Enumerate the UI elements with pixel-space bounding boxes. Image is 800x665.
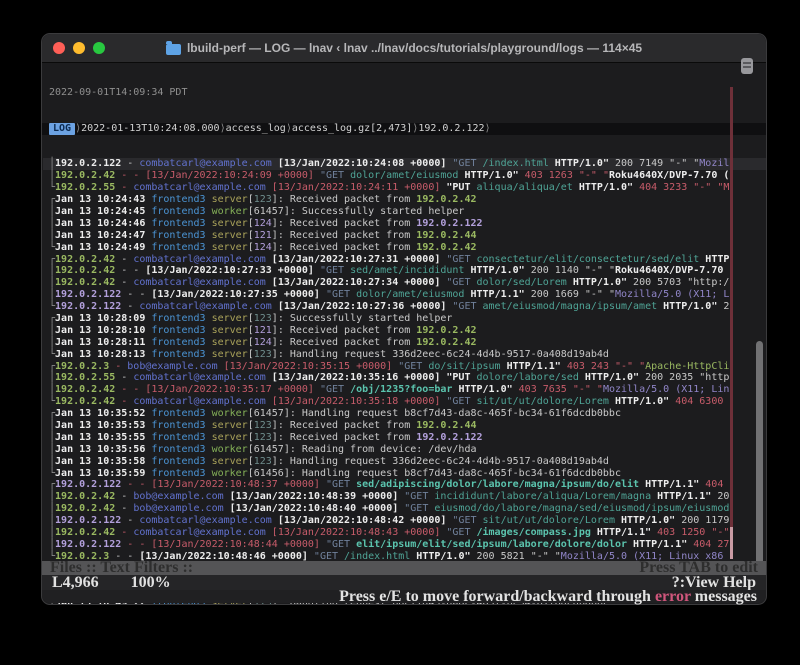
log-line[interactable]: │192.0.2.122 - - [13/Jan/2022:10:27:35 +…	[43, 289, 766, 301]
scroll-thumb[interactable]	[730, 527, 733, 559]
log-line[interactable]: ┌Jan 13 10:28:09 frontend3 server[123]: …	[43, 313, 766, 325]
hint-prefix: Press e/E to move forward/backward throu…	[339, 588, 655, 605]
minimize-button[interactable]	[73, 42, 85, 54]
scroll-percent: 100%	[131, 574, 171, 592]
log-line[interactable]: │192.0.2.42 - - [13/Jan/2022:10:24:09 +0…	[43, 170, 766, 182]
terminal-window: lbuild-perf — LOG — lnav ‹ lnav ../lnav/…	[41, 33, 767, 605]
log-line[interactable]: └Jan 13 10:35:59 frontend3 worker[61456]…	[43, 468, 766, 480]
log-line[interactable]: ┌192.0.2.122 - - [13/Jan/2022:10:48:37 +…	[43, 479, 766, 491]
traffic-lights	[53, 42, 105, 54]
log-line[interactable]: ┌Jan 13 10:24:43 frontend3 server[123]: …	[43, 194, 766, 206]
breadcrumb-separator: ⟩	[485, 123, 491, 134]
breadcrumb-segment[interactable]: access_log.gz[2,473]	[292, 123, 412, 134]
log-view-badge[interactable]: LOG	[49, 123, 75, 135]
log-line[interactable]: └Jan 13 10:28:13 frontend3 server[123]: …	[43, 349, 766, 361]
log-line[interactable]: ┌Jan 13 10:35:52 frontend3 worker[61457]…	[43, 408, 766, 420]
log-line[interactable]: │Jan 13 10:24:46 frontend3 server[124]: …	[43, 218, 766, 230]
log-line[interactable]: │192.0.2.42 - - [13/Jan/2022:10:27:33 +0…	[43, 265, 766, 277]
folder-icon	[166, 44, 181, 55]
breadcrumb-segment[interactable]: 2022-01-13T10:24:08.000	[81, 123, 219, 134]
log-line[interactable]: │192.0.2.42 - bob@example.com [13/Jan/20…	[43, 503, 766, 515]
minimap-icon	[741, 58, 753, 74]
log-line[interactable]: │Jan 13 10:28:10 frontend3 server[121]: …	[43, 325, 766, 337]
log-area: │192.0.2.122 - combatcarl@example.com [1…	[42, 158, 766, 604]
desktop-background: lbuild-perf — LOG — lnav ‹ lnav ../lnav/…	[0, 0, 800, 665]
log-line[interactable]: │192.0.2.122 - combatcarl@example.com [1…	[43, 515, 766, 527]
log-line[interactable]: │192.0.2.122 - combatcarl@example.com [1…	[43, 158, 766, 170]
log-line[interactable]: └192.0.2.42 - combatcarl@example.com [13…	[43, 396, 766, 408]
log-line[interactable]: │Jan 13 10:24:45 frontend3 worker[61457]…	[43, 206, 766, 218]
line-number: L4,966	[52, 574, 99, 592]
log-line[interactable]: └192.0.2.122 - combatcarl@example.com [1…	[43, 301, 766, 313]
clock-line: 2022-09-01T14:09:34 PDT	[42, 87, 766, 99]
window-titlebar[interactable]: lbuild-perf — LOG — lnav ‹ lnav ../lnav/…	[42, 34, 766, 63]
window-title: lbuild-perf — LOG — lnav ‹ lnav ../lnav/…	[187, 41, 642, 55]
log-line[interactable]: │Jan 13 10:35:55 frontend3 server[123]: …	[43, 432, 766, 444]
log-line[interactable]: │192.0.2.42 - combatcarl@example.com [13…	[43, 527, 766, 539]
terminal-content: 2022-09-01T14:09:34 PDT LOG ⟩ 2022-01-13T1…	[42, 63, 766, 604]
log-line[interactable]: │192.0.2.42 - bob@example.com [13/Jan/20…	[43, 491, 766, 503]
window-title-group: lbuild-perf — LOG — lnav ‹ lnav ../lnav/…	[166, 41, 642, 55]
log-line[interactable]: │192.0.2.55 - combatcarl@example.com [13…	[43, 372, 766, 384]
key-hint-bar: Press e/E to move forward/backward throu…	[42, 590, 766, 603]
breadcrumb-segment[interactable]: access_log	[226, 123, 286, 134]
macos-scrollbar[interactable]	[756, 341, 763, 593]
zoom-button[interactable]	[93, 42, 105, 54]
filter-separator-2: ::	[178, 559, 193, 576]
close-button[interactable]	[53, 42, 65, 54]
hint-error-word: error	[655, 588, 691, 605]
log-line[interactable]: └192.0.2.55 - combatcarl@example.com [13…	[43, 182, 766, 194]
log-line[interactable]: │Jan 13 10:28:11 frontend3 server[124]: …	[43, 337, 766, 349]
breadcrumb-segment[interactable]: 192.0.2.122	[418, 123, 484, 134]
log-line[interactable]: │192.0.2.42 - - [13/Jan/2022:10:35:17 +0…	[43, 384, 766, 396]
breadcrumb: LOG⟩2022-01-13T10:24:08.000⟩access_log⟩a…	[42, 123, 766, 135]
log-line[interactable]: │Jan 13 10:35:58 frontend3 server[123]: …	[43, 456, 766, 468]
log-line[interactable]: │Jan 13 10:35:53 frontend3 server[123]: …	[43, 420, 766, 432]
log-line[interactable]: │192.0.2.122 - - [13/Jan/2022:10:48:44 +…	[43, 539, 766, 551]
log-line[interactable]: │192.0.2.42 - combatcarl@example.com [13…	[43, 277, 766, 289]
log-line[interactable]: └Jan 13 10:24:49 frontend3 server[124]: …	[43, 242, 766, 254]
breadcrumb-segments: ⟩2022-01-13T10:24:08.000⟩access_log⟩acce…	[75, 123, 491, 135]
log-line[interactable]: ┌192.0.2.3 - bob@example.com [13/Jan/202…	[43, 361, 766, 373]
log-line[interactable]: │Jan 13 10:24:47 frontend3 server[121]: …	[43, 230, 766, 242]
error-scroll-rail[interactable]	[730, 87, 733, 559]
position-info: L4,966 100%	[52, 574, 171, 592]
log-line[interactable]: ┌192.0.2.42 - combatcarl@example.com [13…	[43, 254, 766, 266]
log-line[interactable]: │Jan 13 10:35:56 frontend3 worker[61457]…	[43, 444, 766, 456]
hint-suffix: messages	[691, 588, 757, 605]
